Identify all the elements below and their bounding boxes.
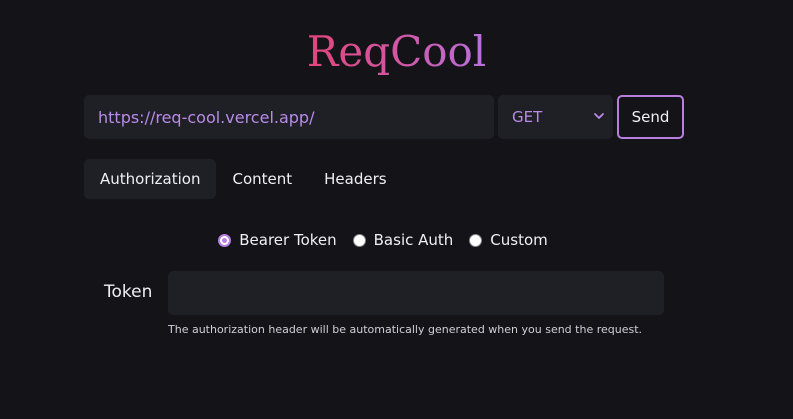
tab-authorization[interactable]: Authorization [84, 159, 217, 199]
token-label: Token [104, 282, 153, 302]
send-button[interactable]: Send [617, 95, 684, 139]
auth-type-options: Bearer Token Basic Auth Custom [0, 228, 766, 252]
radio-bearer-token-label: Bearer Token [239, 231, 337, 249]
tab-content[interactable]: Content [216, 159, 308, 199]
token-input[interactable] [168, 271, 664, 315]
radio-bearer-token[interactable]: Bearer Token [218, 231, 337, 249]
radio-checked-icon[interactable] [218, 233, 232, 247]
method-select[interactable]: GET [498, 95, 613, 139]
radio-custom[interactable]: Custom [469, 231, 548, 249]
method-value: GET [512, 108, 543, 126]
request-tabs: Authorization Content Headers [84, 159, 403, 199]
radio-unchecked-icon[interactable] [469, 233, 483, 247]
radio-basic-auth[interactable]: Basic Auth [352, 231, 454, 249]
tab-headers[interactable]: Headers [308, 159, 402, 199]
app-logo: ReqCool [0, 22, 793, 82]
app-logo-text: ReqCool [307, 22, 487, 82]
chevron-down-icon [594, 113, 604, 119]
url-input[interactable] [84, 95, 494, 139]
radio-custom-label: Custom [490, 231, 548, 249]
auth-hint-text: The authorization header will be automat… [168, 323, 643, 336]
radio-basic-auth-label: Basic Auth [373, 231, 454, 249]
radio-unchecked-icon[interactable] [352, 233, 366, 247]
